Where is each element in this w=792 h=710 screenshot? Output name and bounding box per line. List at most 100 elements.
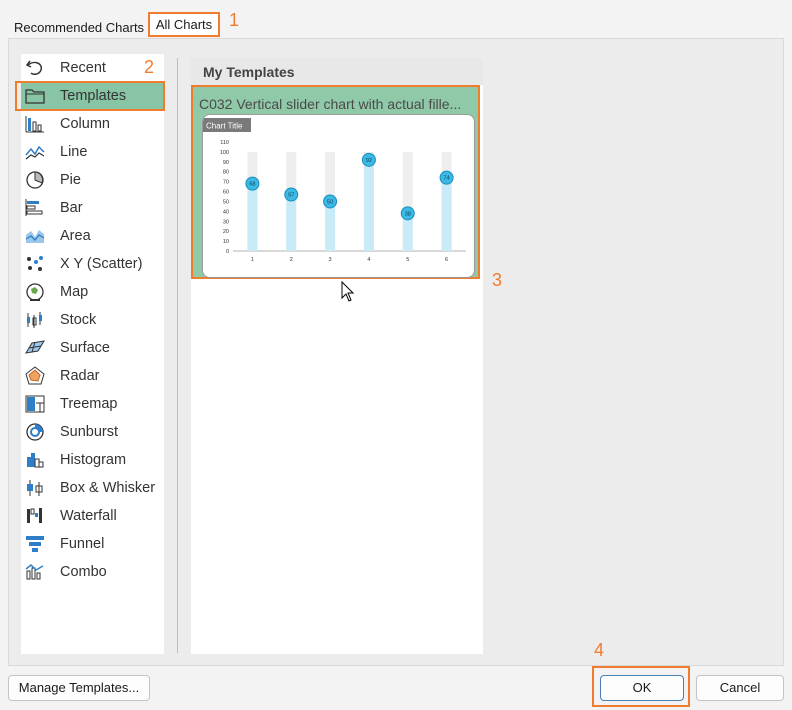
sidebar-item-recent[interactable]: Recent (21, 54, 164, 82)
sidebar-item-funnel[interactable]: Funnel (21, 530, 164, 558)
area-chart-icon (25, 230, 45, 243)
x-tick-label: 6 (445, 257, 448, 263)
sidebar-item-area[interactable]: Area (21, 222, 164, 250)
histogram-chart-icon (27, 453, 44, 468)
data-label: 57 (288, 193, 294, 199)
map-chart-icon (26, 283, 44, 301)
sunburst-chart-icon (26, 423, 44, 441)
sidebar-item-label: Column (60, 116, 110, 132)
pie-chart-icon (26, 171, 44, 189)
sidebar-item-sunburst[interactable]: Sunburst (21, 418, 164, 446)
step-marker-2: 2 (144, 57, 155, 77)
sidebar-item-surface[interactable]: Surface (21, 334, 164, 362)
sidebar-item-label: Combo (60, 564, 107, 580)
y-tick-label: 50 (223, 199, 229, 205)
waterfall-chart-icon (27, 508, 42, 523)
sidebar-item-label: X Y (Scatter) (60, 256, 143, 272)
surface-chart-icon (25, 340, 45, 354)
y-tick-label: 30 (223, 219, 229, 225)
x-tick-label: 4 (367, 257, 370, 263)
mouse-cursor-icon (341, 281, 355, 302)
y-tick-label: 90 (223, 160, 229, 166)
data-label: 68 (249, 182, 255, 188)
ok-button[interactable]: OK (600, 675, 684, 701)
y-tick-label: 10 (223, 239, 229, 245)
data-label: 38 (405, 211, 411, 217)
data-label: 74 (444, 176, 450, 182)
column-chart-icon (25, 116, 44, 133)
step-marker-1: 1 (229, 10, 240, 30)
slider-fill (325, 201, 336, 251)
x-tick-label: 5 (406, 257, 409, 263)
sidebar-item-combo[interactable]: Combo (21, 558, 164, 586)
radar-chart-icon (25, 366, 45, 385)
sidebar-item-label: Box & Whisker (60, 480, 156, 496)
template-card[interactable]: C032 Vertical slider chart with actual f… (191, 85, 480, 279)
combo-chart-icon (25, 563, 44, 580)
sidebar-item-label: Bar (60, 200, 83, 216)
sidebar-item-label: Pie (60, 172, 81, 188)
funnel-chart-icon (26, 536, 44, 552)
stock-chart-icon (27, 312, 42, 328)
data-label: 50 (327, 199, 333, 205)
scatter-chart-icon (27, 256, 43, 271)
sidebar-item-label: Recent (60, 60, 106, 76)
y-tick-label: 100 (220, 150, 229, 156)
sidebar-item-histogram[interactable]: Histogram (21, 446, 164, 474)
sidebar-item-pie[interactable]: Pie (21, 166, 164, 194)
chart-title: Chart Title (206, 122, 243, 131)
sidebar-item-stock[interactable]: Stock (21, 306, 164, 334)
sidebar-item-label: Waterfall (60, 508, 117, 524)
sidebar-item-radar[interactable]: Radar (21, 362, 164, 390)
slider-fill (286, 194, 297, 251)
treemap-chart-icon (25, 395, 45, 413)
templates-highlight-box (15, 81, 165, 111)
chart-preview: Chart Title 0 10 20 30 40 50 60 70 80 90 100 110 68 1 5… (203, 115, 474, 277)
cancel-button[interactable]: Cancel (696, 675, 784, 701)
sidebar-item-box-whisker[interactable]: Box & Whisker (21, 474, 164, 502)
sidebar-item-map[interactable]: Map (21, 278, 164, 306)
sidebar-item-label: Surface (60, 340, 110, 356)
sidebar-item-column[interactable]: Column (21, 110, 164, 138)
slider-fill (363, 159, 374, 251)
tab-all-charts[interactable]: All Charts (148, 12, 220, 37)
line-chart-icon (25, 145, 45, 160)
y-tick-label: 80 (223, 170, 229, 176)
y-tick-label: 20 (223, 229, 229, 235)
sidebar-item-label: Funnel (60, 536, 105, 552)
y-tick-label: 0 (226, 249, 229, 255)
y-tick-label: 40 (223, 209, 229, 215)
sidebar-item-line[interactable]: Line (21, 138, 164, 166)
undo-icon (25, 60, 43, 75)
box-whisker-chart-icon (27, 480, 43, 496)
sidebar-item-label: Stock (60, 312, 97, 328)
sidebar-item-label: Sunburst (60, 424, 119, 440)
tab-all-charts-label: All Charts (155, 17, 213, 32)
template-thumbnail: Chart Title 0 10 20 30 40 50 60 70 80 90 100 110 68 1 5… (202, 114, 475, 278)
step-marker-4: 4 (594, 640, 605, 660)
sidebar-item-label: Line (60, 144, 88, 160)
templates-heading: My Templates (203, 64, 295, 80)
sidebar-item-bar[interactable]: Bar (21, 194, 164, 222)
y-tick-label: 60 (223, 190, 229, 196)
sidebar-item-label: Area (60, 228, 91, 244)
panel-divider (177, 58, 178, 653)
data-label: 92 (366, 158, 372, 164)
x-tick-label: 3 (329, 257, 332, 263)
chart-background (203, 115, 474, 277)
sidebar-item-treemap[interactable]: Treemap (21, 390, 164, 418)
sidebar-item-label: Histogram (60, 452, 127, 468)
chart-type-sidebar: Recent Templates Column Line Pie Bar Area X Y (… (21, 54, 164, 654)
x-tick-label: 1 (251, 257, 254, 263)
x-tick-label: 2 (290, 257, 293, 263)
bar-chart-icon (25, 199, 43, 216)
tab-recommended-charts[interactable]: Recommended Charts (14, 19, 144, 37)
sidebar-item-x-y-scatter[interactable]: X Y (Scatter) (21, 250, 164, 278)
sidebar-item-label: Treemap (60, 396, 118, 412)
templates-header: My Templates (191, 58, 483, 85)
manage-templates-button[interactable]: Manage Templates... (8, 675, 150, 701)
template-title: C032 Vertical slider chart with actual f… (199, 96, 462, 112)
y-tick-label: 70 (223, 180, 229, 186)
sidebar-item-waterfall[interactable]: Waterfall (21, 502, 164, 530)
slider-fill (441, 177, 452, 251)
